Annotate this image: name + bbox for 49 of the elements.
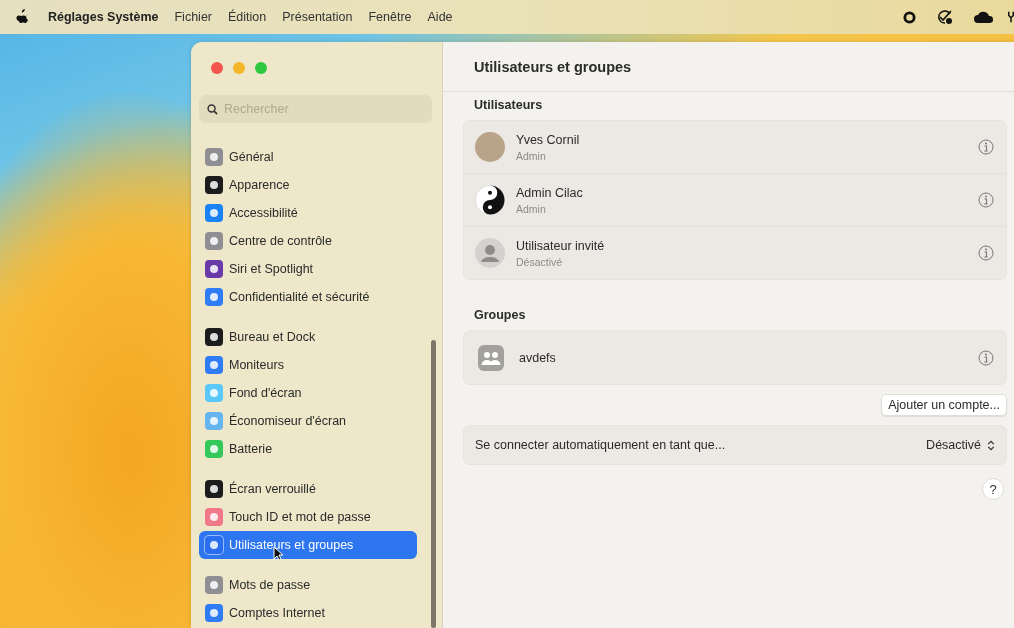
info-icon[interactable] (978, 139, 994, 155)
section-heading: Utilisateurs (473, 98, 544, 114)
help-button[interactable]: ? (982, 478, 1004, 500)
sidebar-item[interactable]: Confidentialité et sécurité (199, 283, 417, 311)
auto-login-popup[interactable]: Désactivé (926, 438, 995, 452)
circle-icon[interactable] (903, 10, 916, 24)
menu-item[interactable]: Fenêtre (368, 10, 412, 24)
section-heading: Groupes (473, 307, 527, 324)
sidebar-item[interactable]: Écran verrouillé (199, 475, 417, 503)
add-account-button[interactable]: Ajouter un compte... (881, 394, 1007, 416)
menu-item[interactable]: Édition (228, 10, 267, 24)
info-icon[interactable] (978, 245, 994, 261)
sidebar-item[interactable]: Touch ID et mot de passe (199, 503, 417, 531)
menu-item[interactable]: Aide (427, 10, 453, 24)
user-role: Désactivé (516, 255, 564, 268)
sidebar-item[interactable]: Siri et Spotlight (199, 255, 417, 283)
user-name: Utilisateur invité (516, 238, 606, 253)
group-name: avdefs (519, 350, 557, 365)
scroll-bar[interactable] (431, 340, 436, 628)
sidebar-item[interactable]: Moniteurs (199, 351, 417, 379)
sidebar-item[interactable]: Centre de contrôle (199, 227, 417, 255)
sidebar-item[interactable]: Fond d'écran (199, 379, 417, 407)
user-name: Admin Cilac (516, 185, 584, 200)
sidebar-item[interactable]: Mots de passe (199, 571, 417, 599)
sidebar-item[interactable]: Batterie (199, 435, 417, 463)
apple-logo-icon[interactable] (16, 8, 29, 24)
sidebar-item[interactable]: Accessibilité (199, 199, 417, 227)
menu-item[interactable]: Présentation (282, 10, 353, 24)
close-button[interactable] (211, 62, 223, 74)
checkmark-circle-icon[interactable] (936, 9, 954, 25)
sidebar-item[interactable]: Économiseur d'écran (199, 407, 417, 435)
sidebar-item[interactable]: Apparence (199, 171, 417, 199)
user-name: Yves Cornil (516, 132, 581, 147)
auto-login-label: Se connecter automatiquement en tant que... (475, 438, 727, 452)
window-title: Utilisateurs et groupes (474, 58, 632, 75)
user-role: Admin (516, 202, 547, 215)
info-icon[interactable] (978, 192, 994, 208)
user-role: Admin (516, 149, 547, 162)
chevron-up-down-icon (987, 439, 995, 451)
menu-item[interactable]: Fichier (174, 10, 212, 24)
cloud-icon[interactable] (974, 11, 994, 23)
sidebar-item[interactable]: Comptes Internet (199, 599, 417, 627)
sidebar-item[interactable]: Général (199, 143, 417, 171)
sidebar-item[interactable]: Utilisateurs et groupes (199, 531, 417, 559)
zoom-button[interactable] (255, 62, 267, 74)
app-menu[interactable]: Réglages Système (48, 10, 159, 24)
info-icon[interactable] (978, 349, 994, 366)
sidebar-item[interactable]: Bureau et Dock (199, 323, 417, 351)
group-icon (478, 344, 504, 371)
